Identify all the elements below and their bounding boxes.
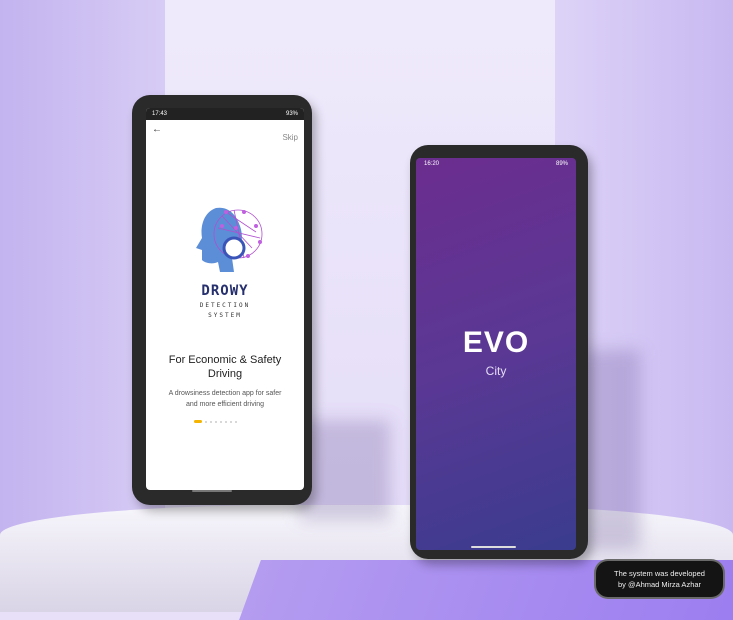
credit-line: The system was developed [614, 569, 705, 578]
home-indicator [471, 546, 516, 548]
phone-mockup-evo: 16:20 89% EVO City [410, 145, 588, 559]
evo-logo-subtitle: City [485, 364, 507, 378]
pager-dot[interactable] [215, 420, 217, 423]
phone-shadow [580, 350, 640, 550]
evo-splash-screen: 16:20 89% EVO City [416, 158, 576, 550]
drowy-logo-subtitle: DETECTION [199, 302, 251, 309]
back-arrow-icon[interactable]: ← [152, 124, 162, 135]
pager-dot[interactable] [205, 420, 207, 423]
pager-dots[interactable] [194, 420, 237, 423]
pager-dot[interactable] [230, 420, 232, 423]
status-time: 17:43 [152, 111, 168, 117]
skip-button[interactable]: Skip [282, 133, 298, 142]
status-bar: 17:43 93% [146, 108, 304, 120]
credit-badge: The system was developed by @Ahmad Mirza… [596, 561, 723, 597]
status-battery: 93% [285, 111, 298, 117]
status-bar: 16:20 89% [416, 158, 576, 170]
credit-line: by @Ahmad Mirza Azhar [617, 580, 702, 589]
evo-logo-title: EVO [462, 326, 530, 359]
home-indicator [192, 490, 232, 492]
drowy-logo-subtitle: SYSTEM [208, 312, 242, 319]
pager-dot[interactable] [225, 420, 227, 423]
status-time: 16:20 [424, 161, 440, 167]
drowy-logo-icon [196, 207, 263, 272]
drowy-logo-title: DROWY [201, 283, 249, 299]
pager-dot[interactable] [210, 420, 212, 423]
onboarding-description: A drowsiness detection app for safer and… [168, 390, 282, 408]
pager-dot[interactable] [235, 420, 237, 423]
drowy-onboarding-screen: 17:43 93% ← Skip DROWY DETECTION SYSTEM [146, 108, 304, 490]
onboarding-headline: For Economic & Safety Driving [168, 354, 282, 380]
pager-dot[interactable] [194, 420, 202, 423]
pager-dot[interactable] [220, 420, 222, 423]
phone-mockup-drowy: 17:43 93% ← Skip DROWY DETECTION SYSTEM [132, 95, 312, 505]
phone-shadow [300, 420, 390, 520]
status-battery: 89% [555, 161, 568, 167]
